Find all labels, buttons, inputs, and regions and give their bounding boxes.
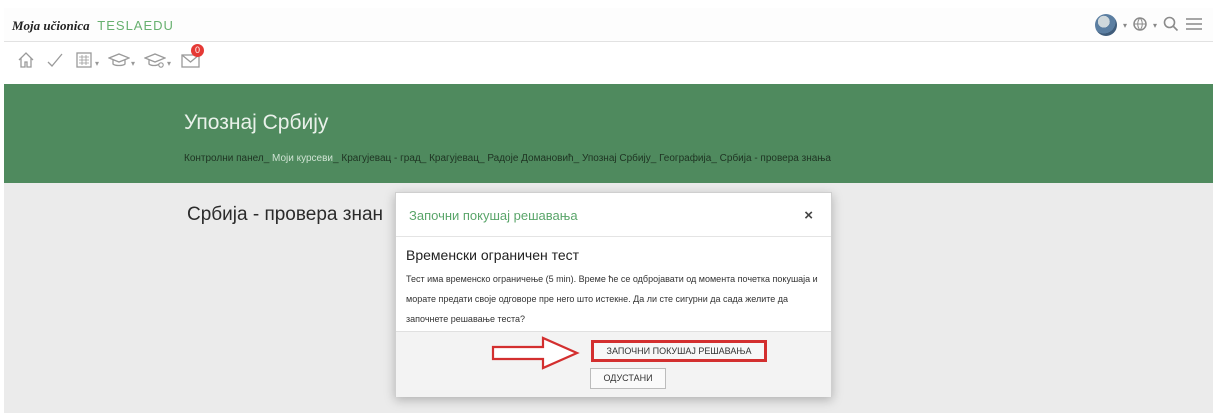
- breadcrumb-item[interactable]: Србија - провера знања: [720, 153, 831, 164]
- breadcrumb-item[interactable]: Контролни панел: [184, 153, 264, 164]
- menu-icon[interactable]: [1185, 16, 1203, 35]
- calendar-icon[interactable]: [74, 50, 94, 77]
- caret-down-icon[interactable]: ▾: [1123, 21, 1127, 30]
- brand-logo[interactable]: Moja učionica TESLAEDU: [12, 18, 174, 34]
- caret-down-icon[interactable]: ▾: [95, 59, 99, 68]
- dialog-heading: Временски ограничен тест: [406, 247, 580, 263]
- dialog-header: Започни покушај решавања ×: [396, 193, 831, 237]
- home-icon[interactable]: [16, 50, 36, 77]
- avatar[interactable]: [1094, 14, 1117, 36]
- breadcrumb-separator: _: [650, 153, 657, 164]
- breadcrumb-separator: _: [478, 153, 485, 164]
- breadcrumb-item[interactable]: Крагујевац: [429, 153, 479, 164]
- nav-bar: ▾ ▾ ▾ 0: [4, 42, 1213, 84]
- mail-count-badge: 0: [191, 44, 205, 57]
- start-attempt-dialog: Започни покушај решавања × Временски огр…: [395, 192, 832, 397]
- breadcrumb-item[interactable]: Радоје Домановић: [487, 153, 573, 164]
- breadcrumb-separator: _: [420, 153, 427, 164]
- course-title: Упознај Србију: [184, 111, 329, 134]
- arrow-right-annotation-icon: [491, 336, 580, 370]
- breadcrumb-item[interactable]: Географија: [659, 153, 711, 164]
- brand-sub: TESLAEDU: [97, 18, 174, 33]
- breadcrumb-separator: _: [263, 153, 270, 164]
- app-frame: Moja učionica TESLAEDU ▾ ▾ ▾ ▾ ▾ 0 Упозн…: [0, 0, 1217, 417]
- dialog-title: Започни покушај решавања: [409, 208, 578, 223]
- mail-icon[interactable]: 0: [180, 44, 205, 77]
- breadcrumb-separator: _: [333, 153, 339, 164]
- page-header: Упознај Србију Контролни панел_ Моји кур…: [4, 84, 1213, 183]
- check-icon[interactable]: [45, 50, 65, 77]
- top-bar: Moja učionica TESLAEDU ▾ ▾: [4, 8, 1213, 42]
- cancel-button[interactable]: ОДУСТАНИ: [590, 368, 666, 389]
- breadcrumb-separator: _: [573, 153, 580, 164]
- start-attempt-button[interactable]: ЗАПОЧНИ ПОКУШАЈ РЕШАВАЊА: [591, 340, 767, 362]
- breadcrumb-item[interactable]: Моји курсеви: [272, 153, 333, 164]
- dialog-footer: ЗАПОЧНИ ПОКУШАЈ РЕШАВАЊА ОДУСТАНИ: [396, 331, 831, 397]
- dialog-message: Тест има временско ограничење (5 min). В…: [406, 274, 818, 324]
- breadcrumb-item[interactable]: Упознај Србију: [582, 153, 651, 164]
- caret-down-icon[interactable]: ▾: [131, 59, 135, 68]
- graduation-cap-icon[interactable]: [107, 50, 131, 77]
- caret-down-icon[interactable]: ▾: [167, 59, 171, 68]
- dialog-body: Временски ограничен тест Тест има времен…: [396, 237, 831, 329]
- globe-icon[interactable]: [1133, 16, 1147, 34]
- breadcrumb-item[interactable]: Крагујевац - град: [341, 153, 420, 164]
- graduation-cap-settings-icon[interactable]: [143, 50, 167, 77]
- breadcrumb-separator: _: [711, 153, 717, 164]
- brand-name: Moja učionica: [12, 18, 90, 33]
- breadcrumb: Контролни панел_ Моји курсеви_ Крагујева…: [184, 153, 831, 164]
- user-menu-area: ▾ ▾: [1094, 13, 1203, 37]
- page-title: Србија - провера знан: [187, 204, 384, 225]
- search-icon[interactable]: [1163, 16, 1179, 35]
- caret-down-icon[interactable]: ▾: [1153, 21, 1157, 30]
- close-icon[interactable]: ×: [804, 207, 813, 224]
